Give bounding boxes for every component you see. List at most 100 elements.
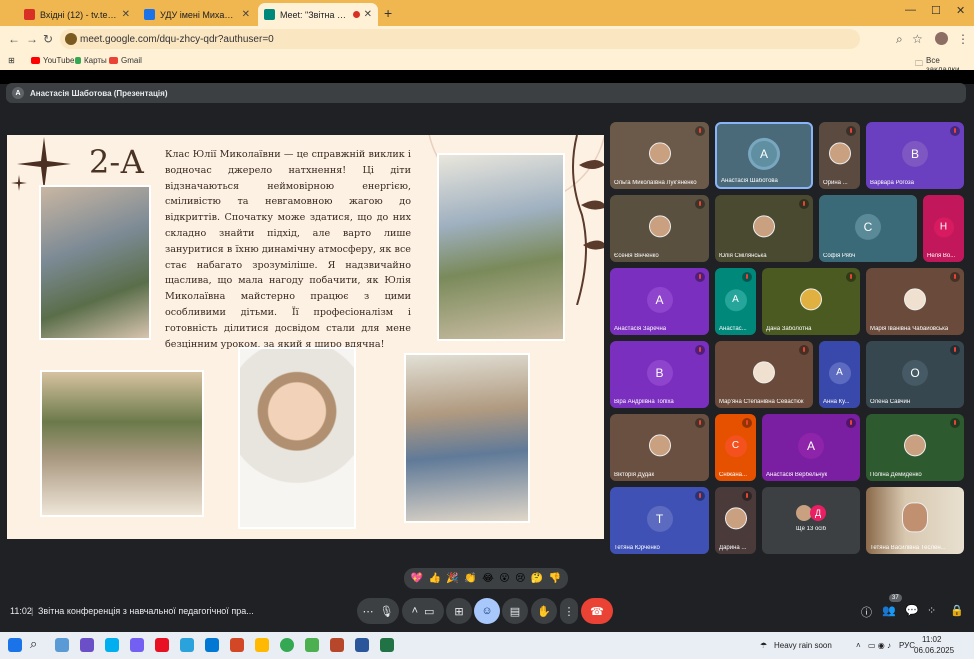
participant-tile[interactable]: A Анна Ку... xyxy=(819,341,860,408)
close-icon[interactable]: ✕ xyxy=(122,9,130,20)
close-icon[interactable]: ✕ xyxy=(364,9,372,20)
camera-button[interactable]: ˄ ▭ xyxy=(402,598,444,624)
mic-off-icon xyxy=(846,272,856,282)
participant-tile[interactable]: Мар'яна Степанівна Севастюк xyxy=(715,341,813,408)
clock-date[interactable]: 06.06.2025 xyxy=(914,646,954,655)
tray-icons[interactable]: ▭ ◉ ♪ xyxy=(868,641,891,650)
participant-tile[interactable]: T Тетяна Юрченко xyxy=(610,487,709,554)
profile-avatar[interactable] xyxy=(935,32,948,45)
participant-tile[interactable]: Марія Іванівна Чабайовська xyxy=(866,268,964,335)
participant-photo xyxy=(648,433,671,456)
telegram-icon[interactable] xyxy=(180,638,194,652)
close-icon[interactable]: ✕ xyxy=(242,9,250,20)
opera-icon[interactable] xyxy=(155,638,169,652)
info-icon[interactable]: ⓘ xyxy=(861,604,872,620)
participant-tile[interactable]: C Софія Рябч xyxy=(819,195,917,262)
participant-avatar: C xyxy=(724,434,747,457)
viber-icon[interactable] xyxy=(130,638,144,652)
leave-call-button[interactable]: ☎ xyxy=(581,598,613,624)
reactions-button[interactable]: ☺ xyxy=(474,598,500,624)
browser-tab-meet[interactable]: Meet: "Звітна конференці ✕ xyxy=(258,3,378,26)
participant-tile[interactable]: Орина ... xyxy=(819,122,860,189)
app-icon[interactable] xyxy=(330,638,344,652)
participant-tile[interactable]: A Анастасія Заречна xyxy=(610,268,709,335)
slide-title: 2-А xyxy=(89,143,145,181)
bookmark-youtube[interactable]: YouTube xyxy=(31,56,74,65)
reaction-clap[interactable]: 👏 xyxy=(464,573,476,584)
bookmark-maps[interactable]: Карты xyxy=(75,56,107,65)
maximize-icon[interactable]: ☐ xyxy=(931,4,941,17)
forward-icon[interactable]: → xyxy=(26,32,38,46)
participant-tile[interactable]: Ольга Миколаївна Лук'яненко xyxy=(610,122,709,189)
bookmark-gmail[interactable]: Gmail xyxy=(109,56,142,65)
clock-time[interactable]: 11:02 xyxy=(922,635,941,644)
bookmark-star-icon[interactable]: ☆ xyxy=(912,32,923,46)
language-indicator[interactable]: РУС xyxy=(899,641,915,650)
tray-chevron-icon[interactable]: ˄ xyxy=(856,641,861,650)
people-icon[interactable]: 👥 xyxy=(882,604,896,617)
participant-tile[interactable]: Єсенія Вінченко xyxy=(610,195,709,262)
mic-off-icon xyxy=(846,418,856,428)
minimize-icon[interactable]: — xyxy=(905,4,916,16)
back-icon[interactable]: ← xyxy=(8,32,20,46)
participant-tile[interactable]: O Олена Савчин xyxy=(866,341,964,408)
raise-hand-button[interactable]: ✋ xyxy=(531,598,557,624)
app-icon[interactable] xyxy=(305,638,319,652)
excel-icon[interactable] xyxy=(380,638,394,652)
participant-tile[interactable]: Вікторія Дудак xyxy=(610,414,709,481)
participant-tile[interactable]: Дарина ... xyxy=(715,487,756,554)
site-info-icon[interactable] xyxy=(65,33,77,45)
apps-icon[interactable]: ⊞ xyxy=(8,56,15,65)
new-tab-button[interactable]: + xyxy=(384,5,392,21)
present-button[interactable]: ⊞ xyxy=(446,598,472,624)
participant-tile[interactable]: A Анастас... xyxy=(715,268,756,335)
word-icon[interactable] xyxy=(355,638,369,652)
participant-tile[interactable]: H Неля Во... xyxy=(923,195,964,262)
participant-tile[interactable]: A Анастасія Вербельчук xyxy=(762,414,860,481)
participant-tile-speaking[interactable]: A Анастасія Шаботова xyxy=(715,122,813,189)
participant-tile[interactable]: C Сніжана... xyxy=(715,414,756,481)
participant-tile[interactable]: B Варвара Рогоза xyxy=(866,122,964,189)
explorer-icon[interactable] xyxy=(255,638,269,652)
app-icon[interactable] xyxy=(80,638,94,652)
zoom-icon[interactable]: ⌕ xyxy=(896,32,903,47)
mic-off-icon xyxy=(695,126,705,136)
reaction-laugh[interactable]: 😂 xyxy=(482,573,494,584)
chrome-icon[interactable] xyxy=(280,638,294,652)
powerpoint-icon[interactable] xyxy=(230,638,244,652)
windows-start-icon[interactable] xyxy=(8,638,22,652)
mic-button[interactable]: ⋯ 🎙 xyxy=(357,598,399,624)
search-icon[interactable]: ⌕ xyxy=(30,636,44,651)
reaction-party[interactable]: 🎉 xyxy=(446,573,458,584)
browser-tab-university[interactable]: УДУ імені Михайла Драгоманова ✕ xyxy=(138,3,256,26)
participant-tile[interactable]: B Віра Андріївна Топіха xyxy=(610,341,709,408)
participant-tile[interactable]: Поліна Демиденко xyxy=(866,414,964,481)
activities-icon[interactable]: ⁘ xyxy=(927,604,936,617)
reaction-thinking[interactable]: 🤔 xyxy=(531,573,543,584)
reaction-heart[interactable]: 💖 xyxy=(411,573,423,584)
class-photo-2 xyxy=(437,153,565,341)
slide-text: Клас Юлії Миколаївни — це справжній викл… xyxy=(165,149,411,350)
reaction-sad[interactable]: 😢 xyxy=(515,573,525,584)
host-controls-icon[interactable]: 🔒 xyxy=(950,604,964,617)
reaction-thumbs-down[interactable]: 👎 xyxy=(549,573,561,584)
close-window-icon[interactable]: ✕ xyxy=(956,4,965,17)
captions-button[interactable]: ▤ xyxy=(502,598,528,624)
reaction-surprised[interactable]: 😮 xyxy=(499,573,509,584)
browser-tab-gmail[interactable]: Вхідні (12) - tv.teslenko@npu.edu.ua ✕ xyxy=(18,3,136,26)
more-participants-tile[interactable]: Д Ще 13 осіб xyxy=(762,487,860,554)
skype-icon[interactable] xyxy=(105,638,119,652)
chat-icon[interactable]: 💬 xyxy=(905,604,919,617)
mail-icon[interactable] xyxy=(205,638,219,652)
self-view-tile[interactable]: Тетяна Василівна Теслен... xyxy=(866,487,964,554)
weather-text[interactable]: Heavy rain soon xyxy=(774,641,832,650)
participant-tile[interactable]: Дана Заболотна xyxy=(762,268,860,335)
copilot-icon[interactable] xyxy=(55,638,69,652)
meet-top-bar xyxy=(0,70,974,84)
reaction-thumbs-up[interactable]: 👍 xyxy=(429,573,441,584)
url-field[interactable]: meet.google.com/dqu-zhcy-qdr?authuser=0 xyxy=(60,29,860,49)
reload-icon[interactable]: ↻ xyxy=(43,32,53,46)
participant-tile[interactable]: Юлія Смілянська xyxy=(715,195,813,262)
menu-icon[interactable]: ⋮ xyxy=(957,32,969,46)
more-button[interactable]: ⋮ xyxy=(560,598,578,624)
